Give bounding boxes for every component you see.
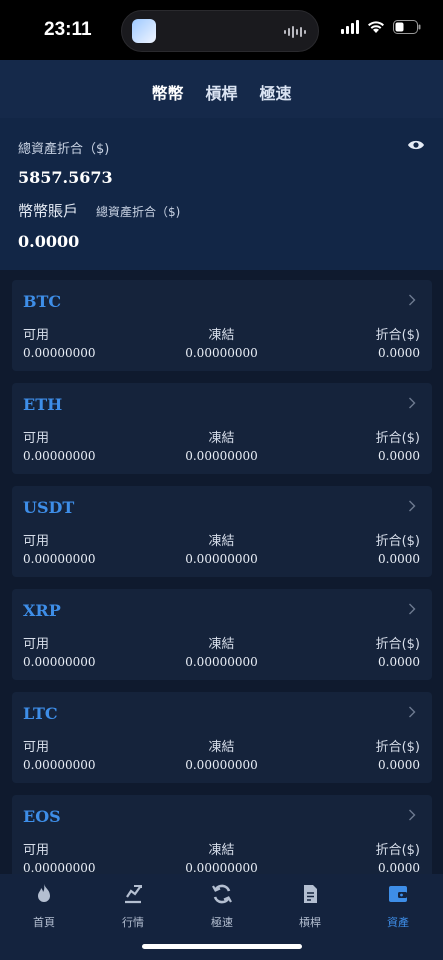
- available-value: 0.00000000: [23, 449, 96, 463]
- asset-card-btc[interactable]: BTC 可用 凍結 折合($) 0.00000000 0.00000000 0.…: [12, 280, 432, 371]
- spot-account-label: 幣幣賬戶: [18, 202, 79, 220]
- frozen-value: 0.00000000: [185, 758, 258, 772]
- app-icon: [132, 19, 156, 43]
- chevron-right-icon: [409, 294, 416, 306]
- available-label: 可用: [23, 740, 50, 755]
- nav-market[interactable]: 行情: [103, 882, 163, 930]
- available-label: 可用: [23, 843, 50, 858]
- converted-label: 折合($): [375, 637, 420, 652]
- wifi-icon: [367, 20, 385, 34]
- frozen-value: 0.00000000: [185, 346, 258, 360]
- eye-icon[interactable]: [407, 138, 425, 152]
- frozen-label: 凍結: [208, 637, 235, 652]
- asset-summary: 總資產折合（$) 5857.5673 幣幣賬戶 總資產折合（$) 0.0000: [0, 118, 443, 270]
- coin-name: EOS: [23, 807, 61, 826]
- chevron-right-icon: [409, 500, 416, 512]
- wallet-icon: [389, 886, 407, 902]
- nav-label: 資產: [387, 916, 409, 929]
- frozen-label: 凍結: [208, 843, 235, 858]
- frozen-value: 0.00000000: [185, 552, 258, 566]
- nav-label: 行情: [122, 916, 144, 929]
- frozen-value: 0.00000000: [185, 655, 258, 669]
- frozen-label: 凍結: [208, 534, 235, 549]
- coin-name: BTC: [23, 292, 62, 311]
- signal-icon: [341, 20, 359, 34]
- battery-icon: [393, 20, 421, 34]
- nav-label: 首頁: [33, 916, 55, 929]
- frozen-value: 0.00000000: [185, 861, 258, 875]
- clock: 23:11: [44, 19, 92, 40]
- available-label: 可用: [23, 328, 50, 343]
- refresh-icon: [212, 884, 232, 904]
- asset-card-usdt[interactable]: USDT 可用 凍結 折合($) 0.00000000 0.00000000 0…: [12, 486, 432, 577]
- frozen-value: 0.00000000: [185, 449, 258, 463]
- chevron-right-icon: [409, 397, 416, 409]
- document-icon: [304, 885, 317, 903]
- chevron-right-icon: [409, 706, 416, 718]
- converted-label: 折合($): [375, 431, 420, 446]
- asset-card-eos[interactable]: EOS 可用 凍結 折合($) 0.00000000 0.00000000 0.…: [12, 795, 432, 886]
- available-value: 0.00000000: [23, 655, 96, 669]
- frozen-label: 凍結: [208, 328, 235, 343]
- header: 幣幣 槓桿 極速: [0, 60, 443, 118]
- total-assets-label: 總資產折合（$): [18, 142, 110, 157]
- converted-label: 折合($): [375, 328, 420, 343]
- converted-value: 0.0000: [378, 861, 420, 875]
- converted-value: 0.0000: [378, 758, 420, 772]
- chevron-right-icon: [409, 809, 416, 821]
- converted-label: 折合($): [375, 534, 420, 549]
- converted-value: 0.0000: [378, 346, 420, 360]
- spot-account-value: 0.0000: [18, 232, 80, 251]
- frozen-label: 凍結: [208, 431, 235, 446]
- nav-express[interactable]: 極速: [192, 882, 252, 930]
- asset-card-eth[interactable]: ETH 可用 凍結 折合($) 0.00000000 0.00000000 0.…: [12, 383, 432, 474]
- frozen-label: 凍結: [208, 740, 235, 755]
- tab-spot[interactable]: 幣幣: [151, 80, 183, 104]
- converted-label: 折合($): [375, 740, 420, 755]
- converted-value: 0.0000: [378, 449, 420, 463]
- available-value: 0.00000000: [23, 861, 96, 875]
- dynamic-island: [121, 10, 319, 52]
- nav-leverage[interactable]: 槓桿: [280, 882, 340, 930]
- chart-icon: [125, 885, 142, 904]
- audio-wave-icon: [284, 25, 306, 39]
- coin-name: ETH: [23, 395, 63, 414]
- coin-name: XRP: [23, 601, 61, 620]
- available-label: 可用: [23, 637, 50, 652]
- available-value: 0.00000000: [23, 552, 96, 566]
- tab-express[interactable]: 極速: [260, 80, 292, 104]
- available-value: 0.00000000: [23, 758, 96, 772]
- asset-card-xrp[interactable]: XRP 可用 凍結 折合($) 0.00000000 0.00000000 0.…: [12, 589, 432, 680]
- tab-leverage[interactable]: 槓桿: [205, 80, 237, 104]
- home-indicator[interactable]: [142, 944, 302, 949]
- flame-icon: [38, 884, 50, 902]
- converted-value: 0.0000: [378, 655, 420, 669]
- available-label: 可用: [23, 431, 50, 446]
- status-bar: 23:11: [0, 0, 443, 60]
- spot-account-sub-label: 總資產折合（$): [96, 205, 181, 219]
- available-value: 0.00000000: [23, 346, 96, 360]
- nav-label: 槓桿: [299, 916, 321, 929]
- converted-label: 折合($): [375, 843, 420, 858]
- available-label: 可用: [23, 534, 50, 549]
- nav-assets[interactable]: 資產: [368, 882, 428, 930]
- coin-name: USDT: [23, 498, 75, 517]
- coin-name: LTC: [23, 704, 58, 723]
- total-assets-value: 5857.5673: [18, 168, 113, 187]
- asset-card-ltc[interactable]: LTC 可用 凍結 折合($) 0.00000000 0.00000000 0.…: [12, 692, 432, 783]
- nav-home[interactable]: 首頁: [14, 882, 74, 930]
- chevron-right-icon: [409, 603, 416, 615]
- account-tabs: 幣幣 槓桿 極速: [0, 80, 443, 104]
- converted-value: 0.0000: [378, 552, 420, 566]
- nav-label: 極速: [211, 916, 233, 929]
